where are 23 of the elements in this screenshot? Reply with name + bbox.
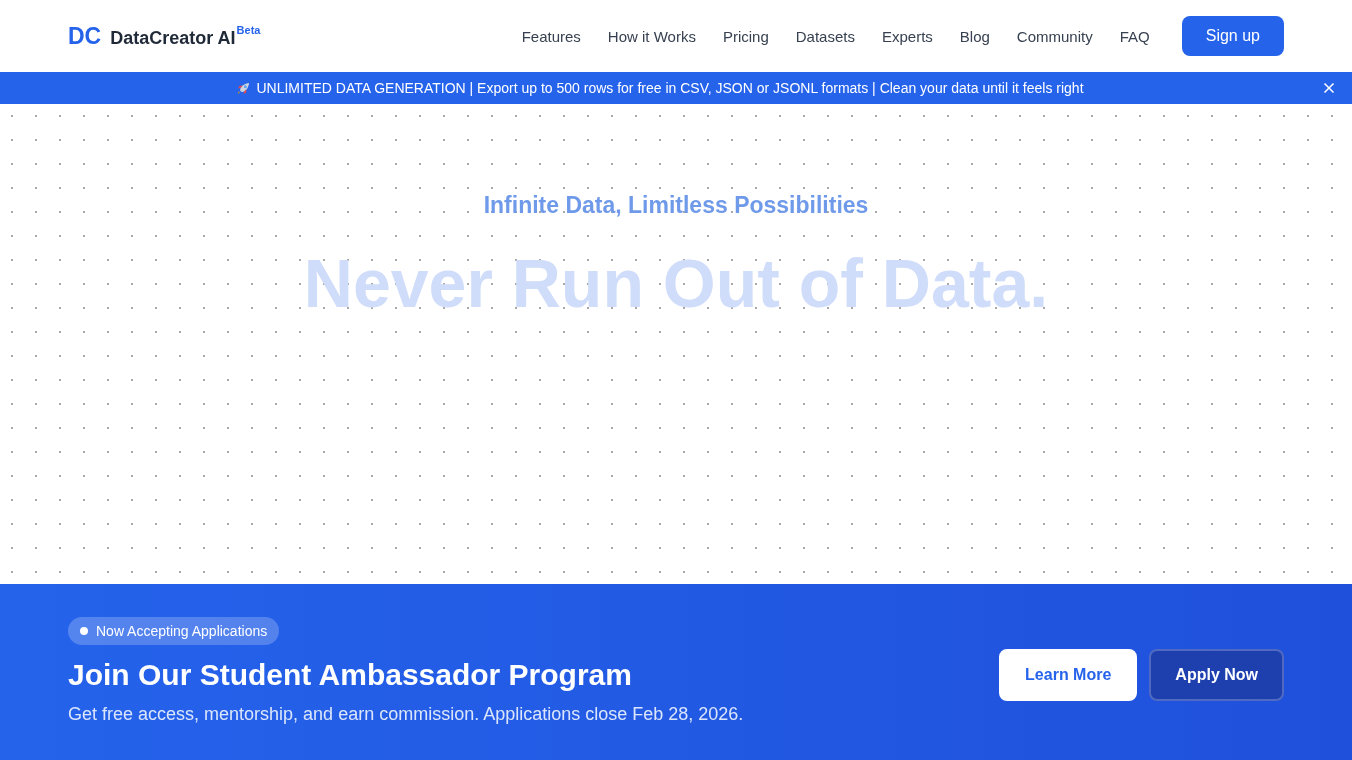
ambassador-description: Get free access, mentorship, and earn commission. Applications close Feb 28, 2026.	[68, 703, 744, 726]
nav-link[interactable]: How it Works	[607, 27, 696, 45]
nav-link[interactable]: FAQ	[1119, 27, 1150, 45]
logo-mark[interactable]: DC	[68, 22, 102, 50]
beta-label: Beta	[236, 23, 261, 36]
status-text: Now Accepting Applications	[96, 623, 268, 639]
hero-tagline: Infinite Data, Limitless Possibilities	[483, 191, 869, 220]
learn-more-button[interactable]: Learn More	[999, 649, 1138, 701]
nav-link[interactable]: Blog	[959, 27, 990, 45]
announcement-text: UNLIMITED DATA GENERATION | Export up to 500 rows for free in CSV, JSON or JSONL formats | Clean your data until it feels right	[256, 80, 1084, 96]
nav-link[interactable]: Experts	[881, 27, 933, 45]
ambassador-title: Join Our Student Ambassador Program	[68, 657, 632, 693]
brand-name[interactable]: DataCreator AI	[110, 27, 236, 49]
sign-up-button[interactable]: Sign up	[1181, 16, 1284, 56]
apply-now-button[interactable]: Apply Now	[1149, 649, 1284, 701]
nav-link[interactable]: Community	[1016, 27, 1093, 45]
hero-headline: Never Run Out of Data.	[303, 244, 1049, 322]
nav-link[interactable]: Features	[521, 27, 581, 45]
nav-link[interactable]: Pricing	[722, 27, 769, 45]
rocket-icon	[236, 80, 252, 96]
nav-link[interactable]: Datasets	[795, 27, 855, 45]
status-dot-icon	[80, 627, 88, 635]
close-icon	[1321, 80, 1337, 96]
